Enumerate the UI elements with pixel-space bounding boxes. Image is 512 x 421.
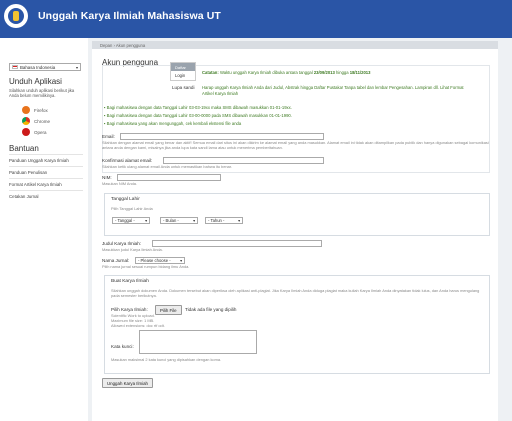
jurnal-select-value: - Please choose - <box>138 258 171 263</box>
chevron-down-icon: ▾ <box>180 259 182 263</box>
main-content: Depan › Akun pengguna Akun pengguna Daft… <box>92 41 498 421</box>
day-select[interactable]: - Tanggal - ▾ <box>112 217 150 224</box>
help-link-cetakan-jurnal[interactable]: Cetakan Jurnal <box>9 194 39 199</box>
jurnal-label: Nama Jurnal: <box>102 258 130 263</box>
apps-desc: Silahkan unduh aplikasi berikut jika And… <box>9 88 75 99</box>
help-link-panduan-unggah[interactable]: Panduan Unggah Karya Ilmiah <box>9 158 69 163</box>
kata-kunci-label: Kata kunci: <box>111 344 134 349</box>
confirm-email-label: Konfirmasi alamat email: <box>102 158 153 163</box>
nim-field[interactable] <box>117 174 221 181</box>
chrome-icon <box>22 117 30 125</box>
help-link-format-artikel[interactable]: Format Artikel Karya Ilmiah <box>9 182 62 187</box>
birthdate-legend: Tanggal Lahir <box>111 197 140 202</box>
file-label: Pilih Karya Ilmiah: <box>111 307 148 312</box>
ut-logo[interactable] <box>4 4 28 28</box>
sidebar: Bahasa Indonesia ▾ Unduh Aplikasi Silahk… <box>0 38 88 421</box>
month-select-value: - Bulan - <box>163 218 179 223</box>
judul-help: Masukkan judul Karya Ilmiah Anda. <box>102 247 163 252</box>
divider <box>9 178 83 179</box>
help-title: Bantuan <box>9 144 39 153</box>
file-help: Scientific Work to upload. Maximum file … <box>111 313 165 328</box>
email-help: Silahkan dengan alamat email yang benar … <box>102 140 489 150</box>
firefox-icon <box>22 106 30 114</box>
site-title[interactable]: Unggah Karya Ilmiah Mahasiswa UT <box>38 10 221 22</box>
month-select[interactable]: - Bulan - ▾ <box>160 217 198 224</box>
breadcrumb[interactable]: Depan › Akun pengguna <box>92 41 498 49</box>
catatan-end-date: 18/11/2013 <box>349 70 371 75</box>
catatan-start-date: 23/09/2013 <box>313 70 335 75</box>
nim-help: Masukan NIM Anda. <box>102 181 138 186</box>
divider <box>9 190 83 191</box>
browser-opera[interactable]: Opera <box>22 128 47 136</box>
confirm-email-help: Silahkan ketik ulang alamat email Anda u… <box>102 164 232 169</box>
browser-label: Chrome <box>34 118 51 124</box>
login-link[interactable]: Login <box>171 71 195 80</box>
browser-label: Opera <box>34 129 47 135</box>
chevron-down-icon: ▾ <box>238 219 240 223</box>
site-header: Unggah Karya Ilmiah Mahasiswa UT <box>0 0 512 38</box>
bullet-item: ▪ Bagi mahasiswa dengan data Tanggal Lah… <box>104 105 292 110</box>
divider <box>9 166 83 167</box>
chevron-down-icon: ▾ <box>75 64 78 70</box>
file-status: Tidak ada file yang dipilih <box>185 307 237 312</box>
browser-label: Firefox <box>34 107 48 113</box>
indonesia-flag-icon <box>12 65 18 69</box>
bullet-item: ▪ Bagi mahasiswa dengan data Tanggal Lah… <box>104 113 292 118</box>
kata-kunci-field[interactable] <box>139 330 257 354</box>
apps-title: Unduh Aplikasi <box>9 77 62 86</box>
email-field[interactable] <box>120 133 324 140</box>
language-select[interactable]: Bahasa Indonesia ▾ <box>9 63 81 71</box>
catatan-text: Waktu unggah Karya Ilmiah dibuka antara … <box>219 70 313 75</box>
nim-label: NIM: <box>102 175 112 180</box>
day-select-value: - Tanggal - <box>115 218 135 223</box>
file-desc: Silahkan unggah dokumen Anda. Dokumen te… <box>111 288 480 298</box>
file-fieldset: Buat Karya Ilmiah Silahkan unggah dokume… <box>104 275 490 374</box>
catatan-notice: Catatan: Waktu unggah Karya Ilmiah dibuk… <box>202 70 492 75</box>
judul-label: Judul Karya Ilmiah: <box>102 241 142 246</box>
birthdate-help: Pilih Tanggal Lahir Anda <box>111 206 153 211</box>
divider <box>9 154 83 155</box>
jurnal-help: Pilih nama jurnal sesuai rumpun bidang i… <box>102 264 190 269</box>
birthdate-fieldset: Tanggal Lahir Pilih Tanggal Lahir Anda -… <box>104 193 490 236</box>
help-link-panduan-penulisan[interactable]: Panduan Penulisan <box>9 170 47 175</box>
chevron-down-icon: ▾ <box>145 219 147 223</box>
chevron-down-icon: ▾ <box>193 219 195 223</box>
account-menu: Daftar Login <box>170 62 196 81</box>
catatan-mid: hingga <box>335 70 349 75</box>
browser-firefox[interactable]: Firefox <box>22 106 48 114</box>
judul-field[interactable] <box>152 240 322 247</box>
catatan-prefix: Catatan: <box>202 70 219 75</box>
browser-chrome[interactable]: Chrome <box>22 117 50 125</box>
lupa-sandi-link[interactable]: Lupa sandi <box>172 85 194 90</box>
upload-submit-button[interactable]: Unggah Karya Ilmiah <box>102 378 154 388</box>
register-link[interactable]: Daftar <box>171 63 195 71</box>
file-legend: Buat Karya Ilmiah <box>111 279 149 284</box>
opera-icon <box>22 128 30 136</box>
jurnal-select[interactable]: - Please choose - ▾ <box>135 257 185 264</box>
year-select-value: - Tahun - <box>208 218 225 223</box>
email-label: Email: <box>102 134 115 139</box>
confirm-email-field[interactable] <box>163 157 324 164</box>
kata-kunci-help: Masukan maksimal 2 kata kunci yang dipis… <box>111 357 222 362</box>
upload-instruction: Harap unggah Karya Ilmiah Anda dari Judu… <box>202 85 464 96</box>
year-select[interactable]: - Tahun - ▾ <box>205 217 243 224</box>
bullet-item: ▪ Bagi mahasiswa yang akan mengunggah, c… <box>104 121 242 126</box>
language-label: Bahasa Indonesia <box>20 64 56 70</box>
